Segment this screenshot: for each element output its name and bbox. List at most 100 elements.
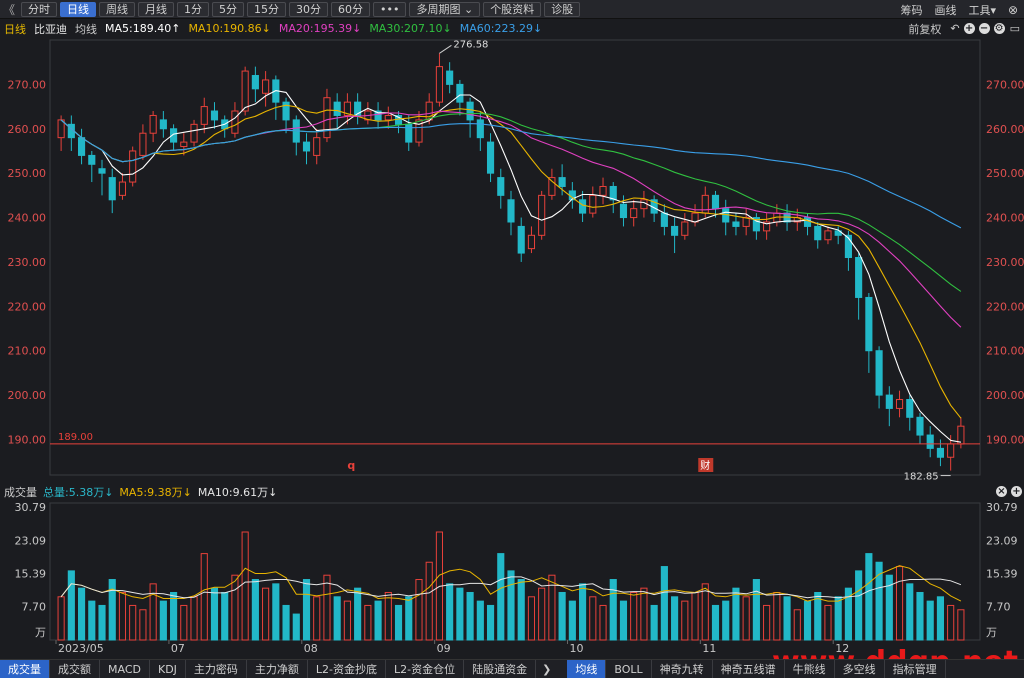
volume-close-icon[interactable]: × — [996, 486, 1007, 497]
indicator-tab-7[interactable]: L2-资金仓位 — [386, 659, 465, 678]
volume-bar — [313, 596, 321, 641]
volume-bar — [476, 600, 484, 641]
indicator-tab-3[interactable]: KDJ — [150, 659, 186, 678]
volume-bar — [834, 596, 842, 641]
volume-bar — [865, 553, 873, 641]
candle-body — [630, 208, 638, 219]
volume-bar — [640, 587, 648, 641]
candle-body — [507, 199, 515, 223]
volume-bar — [527, 596, 536, 641]
candle-body — [885, 394, 893, 409]
volume-bar — [57, 596, 65, 641]
earnings-marker: 财 — [700, 459, 710, 472]
overlay-tab-0[interactable]: 均线 — [567, 659, 607, 678]
indicator-tab-2[interactable]: MACD — [100, 659, 150, 678]
volume-bar — [425, 561, 433, 641]
candle-body — [701, 194, 709, 214]
candle-body — [333, 101, 341, 116]
volume-bar — [159, 600, 167, 641]
reference-line-label: 189.00 — [58, 432, 93, 443]
volume-bar — [302, 579, 311, 641]
overlay-tab-5[interactable]: 多空线 — [835, 659, 885, 678]
volume-bar — [558, 591, 566, 641]
x-label: 09 — [437, 642, 451, 655]
candle-body — [579, 199, 587, 214]
volume-bar — [364, 604, 372, 641]
volume-bar — [507, 570, 515, 641]
candle-body — [159, 119, 167, 130]
candle-body — [681, 221, 689, 236]
candle-body — [527, 234, 536, 250]
volume-bar — [579, 583, 587, 641]
volume-bar — [609, 579, 617, 641]
candle-body — [711, 194, 720, 210]
candle-body — [210, 110, 219, 121]
overlay-tab-4[interactable]: 牛熊线 — [785, 659, 835, 678]
volume-controls: × + — [992, 483, 1022, 500]
candle-body — [538, 194, 546, 236]
candle-body — [77, 137, 86, 156]
volume-bar — [272, 583, 280, 641]
candle-body — [88, 154, 96, 165]
volume-bar — [517, 579, 525, 641]
volume-bar — [231, 574, 239, 641]
candle-body — [906, 399, 914, 418]
more-arrow-icon[interactable]: ❯ — [536, 663, 557, 676]
candle-body — [139, 132, 147, 156]
volume-tick-left: 15.39 — [15, 568, 47, 581]
indicator-tab-1[interactable]: 成交额 — [50, 659, 100, 678]
overlay-tab-6[interactable]: 指标管理 — [885, 659, 946, 678]
volume-bar — [916, 591, 924, 641]
volume-bar — [180, 604, 188, 641]
volume-bar — [149, 583, 157, 641]
overlay-tab-1[interactable]: BOLL — [606, 659, 652, 678]
price-tick-right: 240.00 — [986, 212, 1024, 225]
volume-bar — [732, 587, 740, 641]
candle-body — [118, 181, 127, 196]
volume-bar — [118, 591, 127, 641]
candle-body — [599, 185, 607, 196]
volume-bar — [701, 583, 709, 641]
indicator-tab-6[interactable]: L2-资金抄底 — [308, 659, 387, 678]
candle-body — [108, 177, 116, 201]
volume-bar — [170, 591, 178, 641]
candle-body — [313, 137, 321, 156]
volume-bar — [251, 579, 259, 641]
price-tick-left: 230.00 — [8, 256, 47, 269]
overlay-tab-2[interactable]: 神奇九转 — [652, 659, 713, 678]
volume-bar — [763, 604, 771, 641]
candle-body — [824, 230, 832, 241]
volume-bar — [354, 587, 362, 641]
volume-bar — [394, 604, 403, 641]
volume-bar — [405, 596, 413, 641]
candle-body — [180, 141, 188, 148]
x-label: 07 — [171, 642, 185, 655]
price-tick-right: 230.00 — [986, 256, 1024, 269]
indicator-tab-5[interactable]: 主力净额 — [247, 659, 308, 678]
indicator-tab-4[interactable]: 主力密码 — [186, 659, 247, 678]
candle-body — [619, 203, 628, 219]
candle-body — [190, 123, 198, 143]
candle-body — [732, 221, 740, 227]
volume-bar — [415, 579, 423, 641]
low-marker-label: 182.85 — [904, 472, 939, 483]
volume-bar — [947, 604, 955, 641]
volume-tick-left: 30.79 — [15, 501, 47, 514]
price-tick-left: 220.00 — [8, 300, 47, 313]
candle-body — [446, 70, 454, 85]
event-marker: q — [347, 459, 355, 472]
volume-bar — [282, 604, 290, 641]
volume-bar — [926, 600, 934, 641]
volume-tick-right: 23.09 — [986, 534, 1018, 547]
volume-bar — [957, 609, 965, 641]
volume-add-icon[interactable]: + — [1011, 486, 1022, 497]
volume-bar — [333, 596, 341, 641]
candle-body — [466, 101, 474, 121]
volume-bar — [221, 591, 229, 641]
volume-tick-right: 30.79 — [986, 501, 1018, 514]
volume-bar — [691, 591, 699, 641]
indicator-tab-0[interactable]: 成交量 — [0, 659, 50, 678]
indicator-tab-8[interactable]: 陆股通资金 — [464, 659, 537, 678]
price-tick-right: 190.00 — [986, 433, 1024, 446]
overlay-tab-3[interactable]: 神奇五线谱 — [713, 659, 785, 678]
